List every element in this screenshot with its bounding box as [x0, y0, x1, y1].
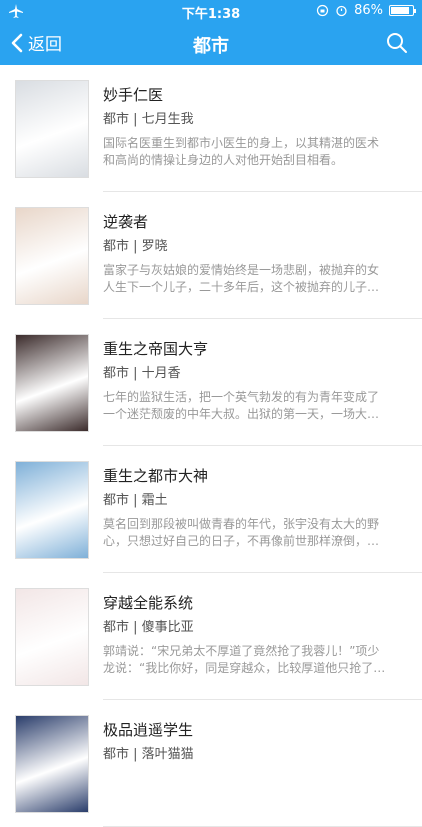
book-description: 莫名回到那段被叫做青春的年代，张宇没有太大的野心，只想过好自己的日子，不再像前世… — [103, 517, 380, 548]
book-description: 国际名医重生到都市小医生的身上，以其精湛的医术和高尚的情操让身边的人对他开始刮目… — [103, 136, 380, 167]
book-cover[interactable] — [15, 207, 89, 305]
book-title: 重生之都市大神 — [103, 467, 209, 485]
battery-percent: 86% — [354, 3, 383, 18]
book-title: 重生之帝国大亨 — [103, 340, 209, 358]
book-description: 七年的监狱生活，把一个英气勃发的有为青年变成了一个迷茫颓废的中年大叔。出狱的第一… — [103, 390, 380, 421]
status-bar: 下午1:38 86% — [0, 0, 422, 22]
book-cover[interactable] — [15, 461, 89, 559]
book-title: 妙手仁医 — [103, 86, 164, 104]
nav-bar: 返回 都市 — [0, 22, 422, 65]
book-title: 逆袭者 — [103, 213, 149, 231]
page-title: 都市 — [193, 36, 229, 57]
book-cover[interactable] — [15, 80, 89, 178]
book-description: 富家子与灰姑娘的爱情始终是一场悲剧，被抛弃的女人生下一个儿子，二十多年后，这个被… — [103, 263, 380, 294]
book-cover[interactable] — [15, 334, 89, 432]
book-item[interactable]: 重生之都市大神 都市 | 霜土莫名回到那段被叫做青春的年代，张宇没有太大的野心，只… — [0, 446, 422, 573]
book-cover[interactable] — [15, 715, 89, 813]
battery-icon — [389, 5, 416, 16]
status-right: 86% — [316, 3, 416, 18]
book-meta: 都市 | 七月生我 — [103, 112, 194, 127]
top-bar: 下午1:38 86% 返回 都市 — [0, 0, 422, 65]
book-list: 妙手仁医都市 | 七月生我国际名医重生到都市小医生的身上，以其精湛的医术和高尚的… — [0, 65, 422, 827]
book-meta: 都市 | 罗晓 — [103, 239, 168, 254]
book-title: 穿越全能系统 — [103, 594, 194, 612]
book-item[interactable]: 穿越全能系统 都市 | 傻事比亚郭靖说：“宋兄弟太不厚道了竟然抢了我蓉儿！”项少龙… — [0, 573, 422, 700]
book-meta: 都市 | 落叶猫猫 — [103, 747, 194, 762]
search-icon[interactable] — [386, 32, 408, 54]
book-cover[interactable] — [15, 588, 89, 686]
alarm-icon — [336, 5, 347, 17]
book-item[interactable]: 妙手仁医都市 | 七月生我国际名医重生到都市小医生的身上，以其精湛的医术和高尚的… — [0, 65, 422, 192]
book-item[interactable]: 极品逍遥学生 都市 | 落叶猫猫 — [0, 700, 422, 827]
book-meta: 都市 | 傻事比亚 — [103, 620, 194, 635]
book-item[interactable]: 逆袭者都市 | 罗晓富家子与灰姑娘的爱情始终是一场悲剧，被抛弃的女人生下一个儿子… — [0, 192, 422, 319]
book-title: 极品逍遥学生 — [103, 721, 194, 739]
rotation-lock-icon — [316, 4, 329, 17]
book-description: 郭靖说：“宋兄弟太不厚道了竟然抢了我蓉儿！”项少龙说：“我比你好，同是穿越众，比… — [103, 644, 386, 675]
book-item[interactable]: 重生之帝国大亨 都市 | 十月香七年的监狱生活，把一个英气勃发的有为青年变成了一个… — [0, 319, 422, 446]
book-description — [103, 770, 388, 804]
book-meta: 都市 | 十月香 — [103, 366, 181, 381]
book-meta: 都市 | 霜土 — [103, 493, 168, 508]
